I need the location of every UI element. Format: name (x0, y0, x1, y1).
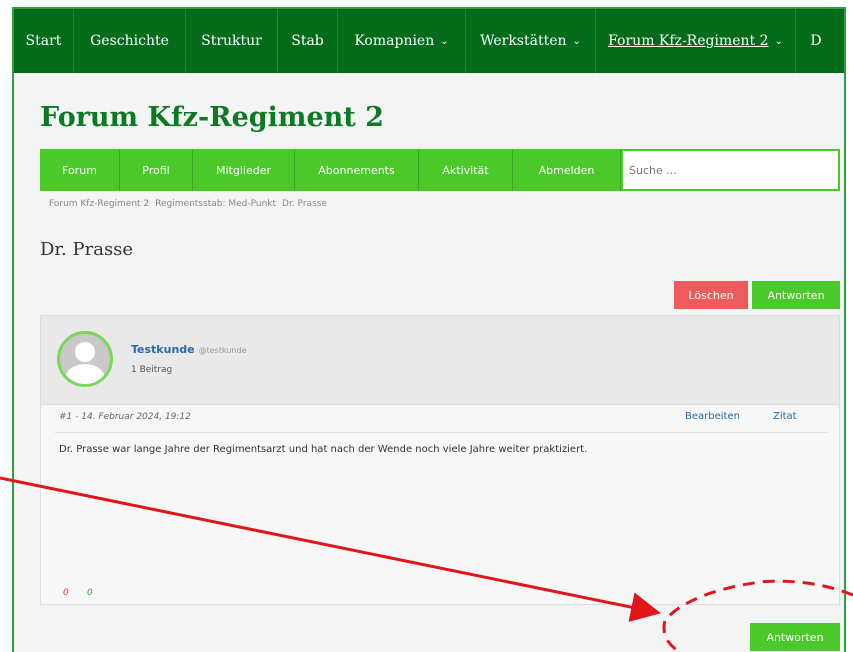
forum-nav-profil[interactable]: Profil (120, 149, 193, 191)
forum-nav-label: Profil (142, 163, 170, 177)
author-post-count: 1 Beitrag (131, 365, 173, 375)
avatar-head-shape (75, 342, 95, 362)
topnav-label: Forum Kfz-Regiment 2 (608, 33, 769, 49)
delete-button[interactable]: Löschen (674, 281, 748, 309)
search-input[interactable] (621, 149, 840, 191)
divider (55, 432, 827, 433)
forum-title: Forum Kfz-Regiment 2 (40, 102, 384, 133)
topnav-item-werkstaetten[interactable]: Werkstätten ⌄ (466, 9, 596, 73)
forum-nav-abmelden[interactable]: Abmelden (513, 149, 621, 191)
breadcrumb: Forum Kfz-Regiment 2 Regimentsstab: Med-… (49, 199, 327, 209)
post-card: Testkunde @testkunde 1 Beitrag #1 - 14. F… (40, 315, 840, 605)
forum-nav-label: Abonnements (318, 163, 395, 177)
topnav-label: Komapnien (354, 33, 435, 49)
post-author-header: Testkunde @testkunde 1 Beitrag (41, 316, 839, 405)
browser-content-frame: Start Geschichte Struktur Stab Komapnien… (12, 7, 846, 652)
post-meta: #1 - 14. Februar 2024, 19:12 (59, 412, 191, 422)
forum-nav-aktivitaet[interactable]: Aktivität (419, 149, 513, 191)
vote-down-count[interactable]: 0 (63, 588, 69, 598)
author-handle: @testkunde (198, 346, 247, 355)
forum-nav-mitglieder[interactable]: Mitglieder (193, 149, 295, 191)
edit-link[interactable]: Bearbeiten (685, 411, 740, 422)
topnav-item-kompanien[interactable]: Komapnien ⌄ (338, 9, 466, 73)
post-body: Dr. Prasse war lange Jahre der Regiments… (59, 444, 588, 455)
topnav-label: D (810, 33, 822, 49)
topnav-item-forum[interactable]: Forum Kfz-Regiment 2 ⌄ (596, 9, 796, 73)
forum-nav-abonnements[interactable]: Abonnements (295, 149, 419, 191)
breadcrumb-item-category[interactable]: Regimentsstab: Med-Punkt (155, 199, 276, 209)
topnav-item-struktur[interactable]: Struktur (186, 9, 278, 73)
chevron-down-icon: ⌄ (774, 35, 783, 47)
topnav-label: Struktur (201, 33, 262, 49)
topnav-label: Werkstätten (480, 33, 567, 49)
reply-button-bottom[interactable]: Antworten (750, 623, 840, 651)
author-name-text: Testkunde (131, 343, 195, 356)
author-name[interactable]: Testkunde @testkunde (131, 343, 247, 356)
topnav-label: Start (25, 33, 62, 49)
forum-nav-label: Mitglieder (216, 163, 271, 177)
chevron-down-icon: ⌄ (440, 35, 449, 47)
reply-button[interactable]: Antworten (752, 281, 840, 309)
topnav-item-more[interactable]: D (796, 9, 836, 73)
forum-nav-label: Aktivität (442, 163, 489, 177)
forum-nav-forum[interactable]: Forum (40, 149, 120, 191)
breadcrumb-item-topic: Dr. Prasse (282, 199, 327, 209)
breadcrumb-item-forum[interactable]: Forum Kfz-Regiment 2 (49, 199, 149, 209)
forum-nav-label: Forum (62, 163, 97, 177)
topnav-label: Geschichte (90, 33, 169, 49)
forum-navigation: Forum Profil Mitglieder Abonnements Akti… (40, 149, 840, 191)
chevron-down-icon: ⌄ (572, 35, 581, 47)
topnav-item-geschichte[interactable]: Geschichte (74, 9, 186, 73)
topic-title: Dr. Prasse (40, 239, 134, 260)
vote-up-count[interactable]: 0 (87, 588, 93, 598)
topnav-item-stab[interactable]: Stab (278, 9, 338, 73)
avatar-body-shape (65, 364, 105, 384)
avatar[interactable] (57, 331, 113, 387)
quote-link[interactable]: Zitat (773, 411, 797, 422)
site-top-navigation: Start Geschichte Struktur Stab Komapnien… (14, 9, 844, 73)
topnav-item-start[interactable]: Start (14, 9, 74, 73)
topnav-label: Stab (291, 33, 324, 49)
forum-nav-label: Abmelden (538, 163, 595, 177)
